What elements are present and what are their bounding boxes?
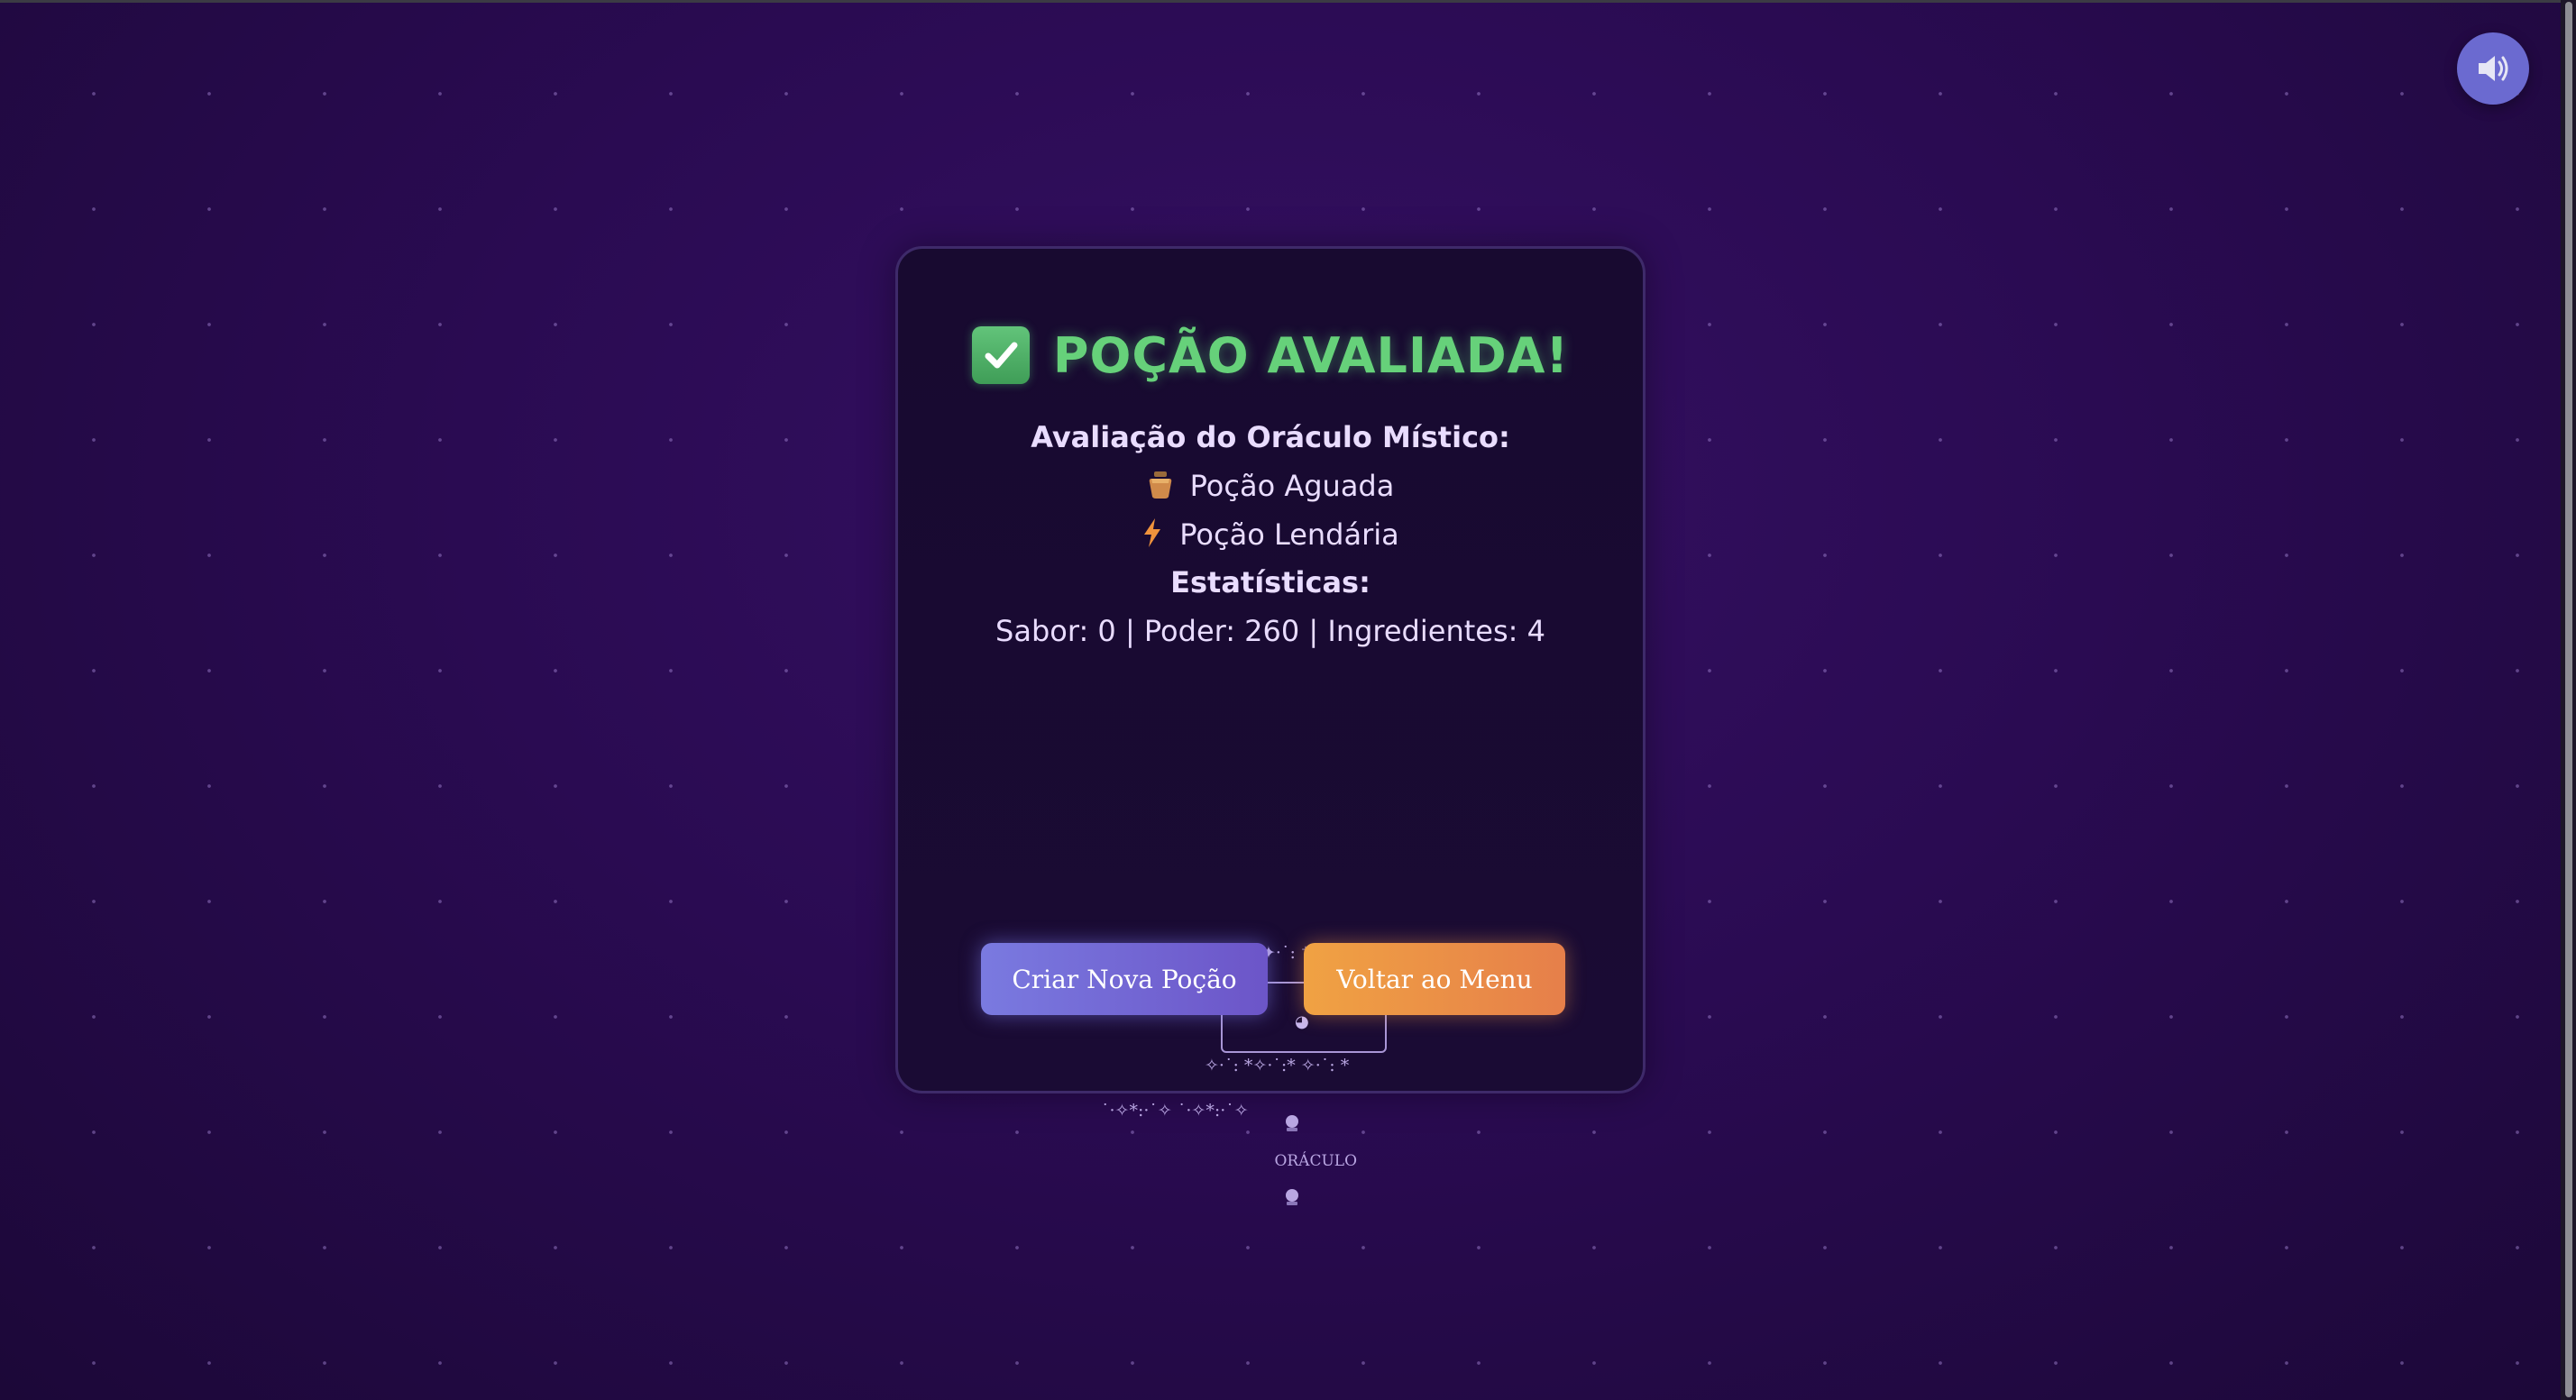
stats-heading: Estatísticas: [1170, 565, 1371, 599]
result-label: Poção Aguada [1189, 469, 1395, 503]
vertical-scrollbar[interactable] [2561, 0, 2576, 1400]
oracle-bottom-sparkles: ✧·˙: *✧·˙:* ✧·˙: * [1205, 1056, 1350, 1075]
stats-line: Sabor: 0 | Poder: 260 | Ingredientes: 4 [995, 614, 1545, 648]
oracle-trailing-sparkles: ˙·✧*:·˙✧ ˙·✧*:·˙✧ [1101, 1101, 1249, 1121]
result-title: POÇÃO AVALIADA! [898, 326, 1643, 384]
evaluation-heading: Avaliação do Oráculo Místico: [1031, 420, 1510, 454]
new-potion-button[interactable]: Criar Nova Poção [981, 943, 1268, 1015]
oracle-label-row: ORÁCULO [1245, 1078, 1357, 1244]
result-item-legendary: Poção Lendária [898, 517, 1643, 555]
potion-jar-icon [1147, 471, 1174, 507]
top-border [0, 0, 2561, 3]
result-label: Poção Lendária [1179, 517, 1399, 552]
back-to-menu-button[interactable]: Voltar ao Menu [1304, 943, 1565, 1015]
page-title: POÇÃO AVALIADA! [1052, 326, 1570, 384]
crystal-ball-icon [1245, 1115, 1300, 1152]
oracle-ascii-art: ✦·˙: ⁺✦·˙:* ◉ ◉ ◕ ✧·˙: *✧·˙:* ✧·˙: * ORÁ… [898, 700, 1643, 1205]
crystal-ball-icon [1245, 1189, 1300, 1226]
oracle-mouth: ◕ [1295, 1012, 1309, 1031]
lightning-bolt-icon [1141, 517, 1163, 555]
result-card: POÇÃO AVALIADA! Avaliação do Oráculo Mís… [895, 246, 1646, 1205]
speaker-icon [2479, 56, 2508, 81]
check-mark-icon [971, 326, 1030, 384]
scrollbar-thumb[interactable] [2565, 2, 2572, 1397]
result-item-watery: Poção Aguada [898, 469, 1643, 507]
oracle-label: ORÁCULO [1274, 1152, 1358, 1170]
sound-toggle-button[interactable] [2457, 32, 2529, 105]
